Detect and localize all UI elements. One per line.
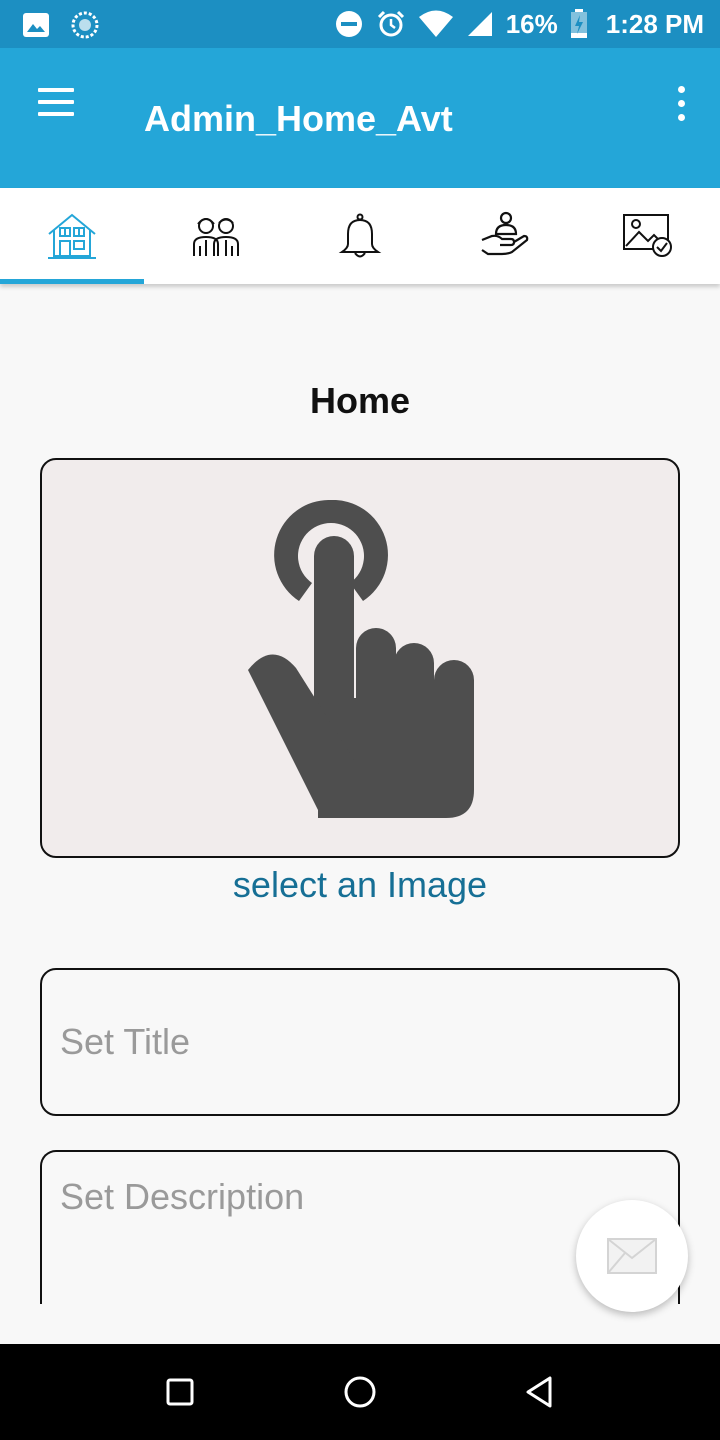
title-field-container	[40, 968, 680, 1116]
charity-hand-icon	[481, 211, 529, 256]
cell-signal-icon	[467, 12, 492, 36]
gallery-check-icon	[623, 214, 672, 257]
image-picker[interactable]	[40, 458, 680, 858]
battery-charging-icon	[570, 9, 587, 38]
status-bar-system: 16% 1:28 PM	[334, 0, 704, 48]
battery-percentage: 16%	[505, 8, 558, 39]
recents-square-icon[interactable]	[156, 1368, 204, 1416]
house-icon	[48, 213, 96, 259]
app-bar: Admin_Home_Avt	[0, 48, 720, 188]
sync-notification-icon	[71, 11, 99, 39]
envelope-icon	[607, 1238, 657, 1274]
home-circle-icon[interactable]	[336, 1368, 384, 1416]
do-not-disturb-icon	[335, 11, 362, 37]
clock: 1:28 PM	[605, 8, 704, 39]
tab-people[interactable]	[144, 188, 288, 284]
page-title: Home	[309, 380, 411, 421]
scroll-clip	[0, 1304, 720, 1344]
alarm-icon	[377, 10, 404, 37]
title-input[interactable]	[42, 970, 678, 1114]
tab-charity[interactable]	[432, 188, 576, 284]
wifi-icon	[418, 10, 453, 37]
gallery-notification-icon	[23, 13, 49, 37]
system-nav-bar	[0, 1344, 720, 1440]
status-bar-notifications	[22, 10, 100, 40]
tap-hand-icon	[248, 500, 474, 818]
select-image-link[interactable]: select an Image	[0, 864, 720, 906]
tab-home[interactable]	[0, 188, 144, 284]
app-title: Admin_Home_Avt	[144, 98, 453, 139]
status-bar: 16% 1:28 PM	[0, 0, 720, 48]
send-fab-button[interactable]	[576, 1200, 688, 1312]
hamburger-menu-icon[interactable]	[30, 82, 82, 122]
bell-icon	[338, 213, 382, 258]
more-vert-icon[interactable]	[670, 84, 694, 124]
back-triangle-icon[interactable]	[516, 1368, 564, 1416]
tab-gallery[interactable]	[576, 188, 720, 284]
tab-bar	[0, 188, 720, 284]
people-icon	[193, 218, 239, 256]
tab-notifications[interactable]	[288, 188, 432, 284]
